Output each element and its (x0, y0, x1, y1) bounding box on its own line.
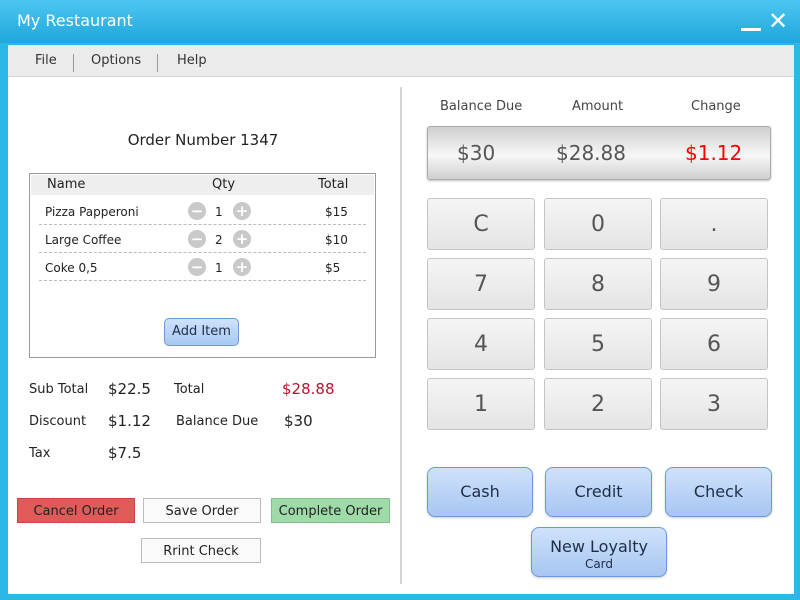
change-display: $1.12 (685, 141, 743, 165)
key-clear[interactable]: C (427, 198, 535, 250)
order-table-header: Name Qty Total (31, 175, 374, 195)
discount-label: Discount (29, 414, 87, 429)
loyalty-label-line1: New Loyalty (550, 537, 648, 556)
new-loyalty-card-button[interactable]: New Loyalty Card (531, 527, 667, 577)
key-5[interactable]: 5 (544, 318, 652, 370)
check-button[interactable]: Check (665, 467, 772, 517)
subtotal-label: Sub Total (29, 382, 89, 397)
loyalty-label-line2: Card (584, 557, 614, 571)
cancel-order-button[interactable]: Cancel Order (17, 498, 135, 523)
minus-icon[interactable]: − (188, 230, 206, 248)
discount-value: $1.12 (108, 412, 151, 430)
column-total: Total (318, 177, 349, 192)
plus-icon[interactable]: + (233, 258, 251, 276)
amount-header: Amount (572, 99, 624, 114)
key-3[interactable]: 3 (660, 378, 768, 430)
plus-icon[interactable]: + (233, 230, 251, 248)
balance-display: $30 (457, 141, 496, 165)
change-header: Change (691, 99, 741, 114)
minus-icon[interactable]: − (188, 202, 206, 220)
key-0[interactable]: 0 (544, 198, 652, 250)
amount-display: $30 $28.88 $1.12 (427, 126, 771, 180)
menu-file[interactable]: File (35, 53, 57, 68)
close-icon[interactable]: ✕ (767, 9, 789, 33)
balance-due-label: Balance Due (176, 414, 259, 429)
add-item-button[interactable]: Add Item (164, 318, 239, 346)
panel-divider (400, 87, 402, 584)
item-total: $10 (325, 233, 348, 247)
column-name: Name (47, 177, 86, 192)
tax-label: Tax (29, 446, 51, 461)
cash-button[interactable]: Cash (427, 467, 533, 517)
amount-display-value: $28.88 (556, 141, 626, 165)
item-name: Pizza Papperoni (45, 205, 139, 219)
item-name: Coke 0,5 (45, 261, 98, 275)
key-6[interactable]: 6 (660, 318, 768, 370)
key-decimal[interactable]: . (660, 198, 768, 250)
item-qty: 2 (215, 233, 223, 247)
menu-separator (157, 54, 158, 72)
minus-icon[interactable]: − (188, 258, 206, 276)
tax-value: $7.5 (108, 444, 142, 462)
menu-separator (73, 54, 74, 72)
subtotal-value: $22.5 (108, 380, 151, 398)
order-number: Order Number 1347 (127, 131, 279, 149)
key-8[interactable]: 8 (544, 258, 652, 310)
print-check-button[interactable]: Rrint Check (141, 538, 261, 563)
item-qty: 1 (215, 205, 223, 219)
balance-due-header: Balance Due (440, 99, 523, 114)
item-name: Large Coffee (45, 233, 122, 247)
minimize-icon[interactable] (741, 28, 761, 31)
item-total: $5 (325, 261, 341, 275)
column-qty: Qty (212, 177, 236, 192)
key-4[interactable]: 4 (427, 318, 535, 370)
main-panel: Order Number 1347 Name Qty Total Pizza P… (8, 77, 794, 594)
item-qty: 1 (215, 261, 223, 275)
menu-help[interactable]: Help (177, 53, 207, 68)
total-value: $28.88 (282, 380, 335, 398)
total-label: Total (174, 382, 205, 397)
order-table: Name Qty Total Pizza Papperoni − 1 + $15… (29, 173, 376, 358)
table-row: Coke 0,5 − 1 + $5 (39, 254, 366, 281)
menu-options[interactable]: Options (91, 53, 141, 68)
balance-due-value: $30 (284, 412, 313, 430)
save-order-button[interactable]: Save Order (143, 498, 261, 523)
key-2[interactable]: 2 (544, 378, 652, 430)
credit-button[interactable]: Credit (545, 467, 652, 517)
window-title: My Restaurant (17, 11, 133, 30)
app-window: My Restaurant ✕ File Options Help Order … (0, 0, 800, 600)
table-row: Large Coffee − 2 + $10 (39, 226, 366, 253)
complete-order-button[interactable]: Complete Order (271, 498, 390, 523)
key-1[interactable]: 1 (427, 378, 535, 430)
key-9[interactable]: 9 (660, 258, 768, 310)
item-total: $15 (325, 205, 348, 219)
plus-icon[interactable]: + (233, 202, 251, 220)
table-row: Pizza Papperoni − 1 + $15 (39, 198, 366, 225)
menu-bar: File Options Help (8, 45, 794, 77)
key-7[interactable]: 7 (427, 258, 535, 310)
title-bar: My Restaurant ✕ (0, 0, 800, 43)
